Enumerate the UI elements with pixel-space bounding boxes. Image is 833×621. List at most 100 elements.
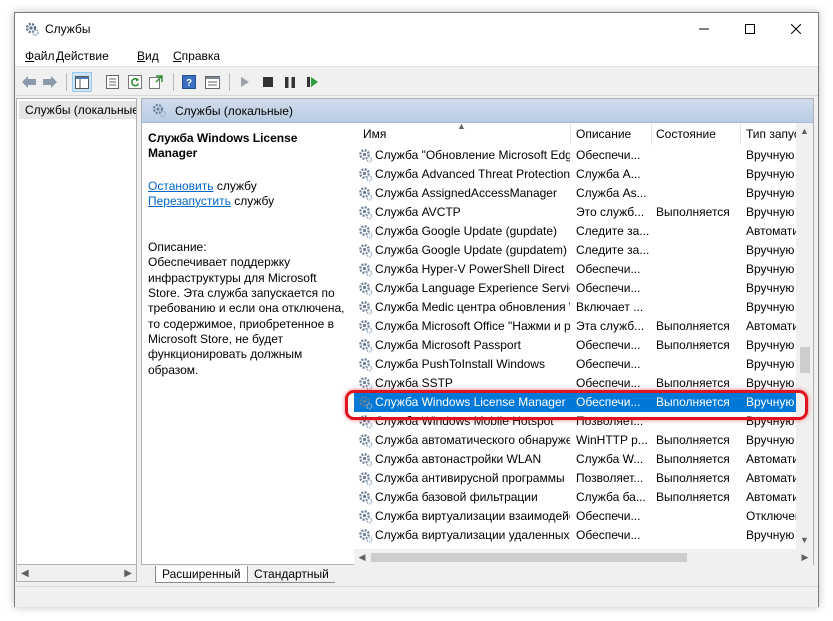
- service-name: Служба Windows License Manager: [375, 395, 566, 409]
- table-row[interactable]: Служба SSTP Обеспечи... Выполняется Вручную: [354, 374, 796, 393]
- menu-file[interactable]: Файл: [25, 49, 55, 63]
- service-gear-icon: [358, 471, 373, 486]
- service-description: Обеспечи...: [576, 357, 641, 371]
- column-description[interactable]: Описание: [576, 127, 631, 141]
- scroll-right-icon[interactable]: ▶: [124, 568, 132, 579]
- tab-extended[interactable]: Расширенный: [155, 566, 248, 583]
- service-description: Служба ба...: [576, 490, 646, 504]
- horizontal-scroll-thumb[interactable]: [371, 553, 687, 562]
- service-startup-type: Автомати: [746, 471, 796, 485]
- table-row[interactable]: Служба PushToInstall Windows Обеспечи... В…: [354, 355, 796, 374]
- service-gear-icon: [358, 376, 373, 391]
- restart-service-link[interactable]: Перезапустить: [148, 194, 231, 208]
- maximize-button[interactable]: [727, 13, 773, 45]
- service-description: Служба As...: [576, 186, 647, 200]
- stop-service-link[interactable]: Остановить: [148, 179, 214, 193]
- service-status: Выполняется: [656, 433, 730, 447]
- service-description: Обеспечи...: [576, 262, 641, 276]
- list-vertical-scrollbar[interactable]: ▲ ▼: [796, 123, 813, 549]
- service-name: Служба Advanced Threat Protection: [375, 167, 570, 181]
- service-startup-type: Вручную: [746, 357, 795, 371]
- tab-standard[interactable]: Стандартный: [248, 566, 335, 583]
- column-name[interactable]: Имя: [363, 127, 386, 141]
- column-status[interactable]: Состояние: [656, 127, 716, 141]
- service-name: Служба Language Experience Service: [375, 281, 570, 295]
- services-list: ▲ Имя Описание Состояние Тип запус Служб…: [354, 123, 796, 549]
- help-button[interactable]: ?: [179, 72, 199, 92]
- service-description: Обеспечи...: [576, 395, 641, 409]
- export-list-button[interactable]: [146, 72, 166, 92]
- scroll-down-icon[interactable]: ▼: [796, 532, 813, 549]
- properties-icon: [105, 75, 119, 89]
- table-row[interactable]: Служба виртуализации взаимодействия Обесп…: [354, 507, 796, 526]
- scroll-up-icon[interactable]: ▲: [796, 123, 813, 140]
- status-bar: [15, 586, 818, 607]
- service-startup-type: Вручную: [746, 414, 795, 428]
- table-row[interactable]: Служба Google Update (gupdate) Следите за…: [354, 222, 796, 241]
- start-service-button[interactable]: [235, 72, 255, 92]
- table-row[interactable]: Служба "Обновление Microsoft Edge" Обеспе…: [354, 146, 796, 165]
- show-hide-tree-button[interactable]: [72, 72, 92, 92]
- pause-service-icon: [285, 76, 295, 88]
- menu-help[interactable]: Справка: [173, 49, 220, 63]
- table-row[interactable]: Служба AssignedAccessManager Служба As...…: [354, 184, 796, 203]
- service-name: Служба Google Update (gupdate): [375, 224, 557, 238]
- service-gear-icon: [358, 319, 373, 334]
- view-tabs: Расширенный Стандартный: [141, 566, 814, 584]
- service-name: Служба базовой фильтрации: [375, 490, 538, 504]
- table-row[interactable]: Служба виртуализации удаленных Обеспечи..…: [354, 526, 796, 545]
- service-description: Обеспечи...: [576, 528, 641, 542]
- table-row[interactable]: Служба Medic центра обновления Windows Вк…: [354, 298, 796, 317]
- service-description: Эта служб...: [576, 319, 645, 333]
- stop-service-button[interactable]: [258, 72, 278, 92]
- table-row[interactable]: Служба базовой фильтрации Служба ба... Вып…: [354, 488, 796, 507]
- tree-horizontal-scrollbar[interactable]: ◀ ▶: [16, 565, 137, 582]
- restart-service-icon: [307, 77, 318, 87]
- table-row[interactable]: Служба Hyper-V PowerShell Direct Обеспечи…: [354, 260, 796, 279]
- scroll-left-icon[interactable]: ◀: [21, 568, 29, 579]
- service-startup-type: Вручную: [746, 395, 795, 409]
- column-startup-type[interactable]: Тип запус: [746, 127, 796, 141]
- table-row[interactable]: Служба Advanced Threat Protection Служба …: [354, 165, 796, 184]
- title-bar: Службы: [15, 13, 818, 45]
- list-horizontal-scrollbar[interactable]: ◀ ▶: [354, 549, 813, 565]
- service-gear-icon: [358, 300, 373, 315]
- properties-button[interactable]: [102, 72, 122, 92]
- table-row[interactable]: Служба антивирусной программы Позволяет..…: [354, 469, 796, 488]
- restart-service-button[interactable]: [303, 72, 323, 92]
- table-row[interactable]: Служба Language Experience Service Обеспе…: [354, 279, 796, 298]
- table-row[interactable]: Служба AVCTP Это служб... Выполняется Вручн…: [354, 203, 796, 222]
- service-name: Служба виртуализации взаимодействия: [375, 509, 570, 523]
- table-row[interactable]: Служба Microsoft Office "Нажми и работай…: [354, 317, 796, 336]
- forward-button[interactable]: [40, 72, 60, 92]
- service-name: Служба "Обновление Microsoft Edge": [375, 148, 570, 162]
- service-name: Служба автонастройки WLAN: [375, 452, 542, 466]
- scroll-left-icon[interactable]: ◀: [354, 549, 370, 565]
- back-button[interactable]: [19, 72, 39, 92]
- tree-item-local-services[interactable]: Службы (локальные): [19, 101, 136, 119]
- pause-service-button[interactable]: [280, 72, 300, 92]
- table-row-selected[interactable]: Служба Windows License Manager Обеспечи..…: [354, 393, 796, 412]
- start-service-icon: [241, 77, 249, 87]
- close-button[interactable]: [773, 13, 819, 45]
- vertical-scroll-thumb[interactable]: [800, 347, 810, 373]
- table-row[interactable]: Служба автоматического обнаружения WinHTT…: [354, 431, 796, 450]
- service-description: WinHTTP р...: [576, 433, 648, 447]
- table-row[interactable]: Служба Windows Mobile Hotspot Позволяет..…: [354, 412, 796, 431]
- menu-action[interactable]: Действие: [56, 49, 109, 63]
- close-icon: [791, 24, 801, 34]
- refresh-button[interactable]: [125, 72, 145, 92]
- service-name: Служба автоматического обнаружения: [375, 433, 570, 447]
- minimize-button[interactable]: [681, 13, 727, 45]
- service-gear-icon: [358, 148, 373, 163]
- service-name: Служба виртуализации удаленных: [375, 528, 570, 542]
- service-gear-icon: [358, 205, 373, 220]
- view-button[interactable]: [202, 72, 222, 92]
- menu-view[interactable]: Вид: [137, 49, 159, 63]
- table-row[interactable]: Служба автонастройки WLAN Служба W... Выпо…: [354, 450, 796, 469]
- table-row[interactable]: Служба Microsoft Passport Обеспечи... Выпо…: [354, 336, 796, 355]
- scroll-right-icon[interactable]: ▶: [797, 549, 813, 565]
- services-gear-icon: [152, 103, 167, 118]
- table-row[interactable]: Служба Google Update (gupdatem) Следите з…: [354, 241, 796, 260]
- service-gear-icon: [358, 224, 373, 239]
